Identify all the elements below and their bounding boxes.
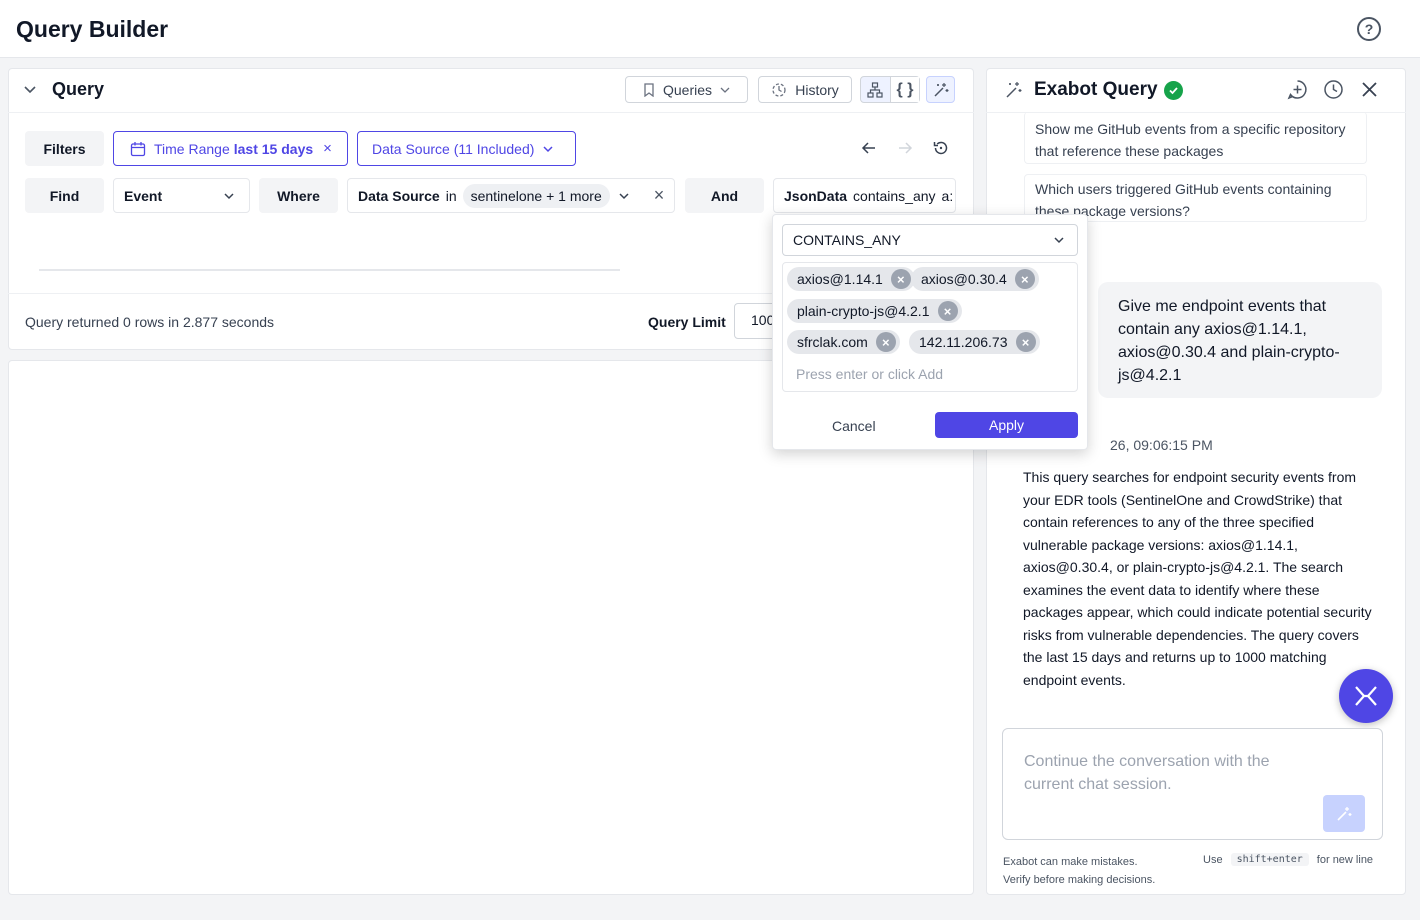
value-tag: 142.11.206.73 × — [909, 330, 1040, 354]
disclaimer-line-2: Verify before making decisions. — [1003, 874, 1156, 886]
data-source-dropdown[interactable]: Data Source (11 Included) — [357, 131, 576, 166]
hint-key: shift+enter — [1230, 853, 1309, 866]
exabot-fab-button[interactable] — [1339, 669, 1393, 723]
bot-message: This query searches for endpoint securit… — [1023, 469, 1372, 688]
condition2-operator: contains_any — [853, 187, 936, 204]
builder-view-button[interactable] — [861, 77, 890, 102]
undo-arrow-icon[interactable] — [861, 140, 877, 161]
query-status-text: Query returned 0 rows in 2.877 seconds — [25, 314, 275, 330]
condition-value-chip[interactable]: sentinelone + 1 more — [462, 183, 610, 208]
top-bar — [0, 0, 1420, 58]
history-button[interactable]: History — [758, 76, 852, 103]
remove-tag-icon[interactable]: × — [890, 269, 911, 289]
value-tag-label: sfrclak.com — [797, 334, 868, 350]
operator-select[interactable]: CONTAINS_ANY — [782, 224, 1078, 256]
bookmark-icon — [644, 82, 654, 97]
chevron-down-icon — [224, 192, 234, 199]
close-icon[interactable] — [1361, 81, 1378, 103]
calendar-icon — [130, 141, 146, 156]
time-range-value: last 15 days — [233, 140, 314, 157]
suggestion-item[interactable]: Show me GitHub events from a specific re… — [1024, 112, 1367, 164]
collapse-arrows-icon — [1355, 686, 1377, 706]
time-range-prefix: Time Range — [154, 140, 230, 157]
value-tag: axios@0.30.4 × — [911, 267, 1039, 291]
history-label: History — [795, 81, 839, 98]
tag-input-placeholder: Press enter or click Add — [796, 366, 944, 382]
shortcut-hint: Use shift+enter for new line — [1203, 853, 1373, 866]
disclaimer-text: Exabot can make mistakes. Verify before … — [1003, 853, 1155, 889]
reset-icon[interactable] — [932, 139, 950, 162]
and-label: And — [685, 178, 764, 213]
entity-value: Event — [124, 187, 163, 204]
collapse-chevron-icon[interactable] — [23, 82, 37, 99]
condition2-value: a: — [941, 187, 954, 204]
disclaimer-line-1: Exabot can make mistakes. — [1003, 856, 1138, 868]
value-tag: sfrclak.com × — [787, 330, 900, 354]
operator-value: CONTAINS_ANY — [793, 232, 901, 248]
status-check-icon — [1164, 81, 1183, 100]
value-tag-label: axios@0.30.4 — [921, 271, 1007, 287]
queries-label: Queries — [662, 81, 713, 98]
value-tag-label: 142.11.206.73 — [919, 334, 1008, 350]
send-button[interactable] — [1323, 795, 1365, 832]
history-icon — [772, 82, 786, 97]
value-tag-label: plain-crypto-js@4.2.1 — [797, 303, 930, 319]
help-icon[interactable]: ? — [1357, 17, 1381, 41]
new-chat-icon[interactable] — [1287, 79, 1308, 105]
chevron-down-icon — [1054, 237, 1064, 244]
value-tag: plain-crypto-js@4.2.1 × — [787, 299, 962, 323]
condition-operator: in — [445, 187, 457, 204]
chevron-down-icon — [619, 192, 629, 199]
clock-icon[interactable] — [1323, 79, 1344, 105]
value-tag: axios@1.14.1 × — [787, 267, 915, 291]
remove-tag-icon[interactable]: × — [1015, 332, 1036, 352]
remove-tag-icon[interactable]: × — [875, 332, 896, 352]
apply-button[interactable]: Apply — [935, 412, 1078, 438]
condition-data-source[interactable]: Data Source in sentinelone + 1 more × — [347, 178, 675, 213]
queries-button[interactable]: Queries — [625, 76, 748, 103]
user-message-bubble: Give me endpoint events that contain any… — [1098, 282, 1382, 398]
data-source-label: Data Source (11 Included) — [372, 140, 535, 157]
remove-tag-icon[interactable]: × — [1014, 269, 1035, 289]
query-section-title: Query — [52, 79, 105, 99]
find-label: Find — [25, 178, 104, 213]
cancel-button[interactable]: Cancel — [832, 418, 876, 434]
hierarchy-icon — [867, 81, 884, 98]
redo-arrow-icon[interactable] — [897, 140, 913, 161]
condition-field: Data Source — [358, 187, 440, 204]
remove-tag-icon[interactable]: × — [937, 301, 958, 321]
time-range-chip[interactable]: Time Range last 15 days × — [113, 131, 348, 166]
query-limit-label: Query Limit — [648, 314, 726, 330]
exabot-toggle-button[interactable] — [926, 76, 955, 103]
message-timestamp: 26, 09:06:15 PM — [1110, 437, 1213, 453]
exabot-title: Exabot Query — [1034, 79, 1158, 100]
condition-jsondata[interactable]: JsonData contains_any a: — [773, 178, 956, 213]
filters-button[interactable]: Filters — [25, 131, 104, 166]
chevron-down-icon — [543, 145, 553, 152]
value-tag-label: axios@1.14.1 — [797, 271, 883, 287]
query-editor-line — [39, 269, 620, 271]
braces-icon: { } — [896, 80, 914, 98]
chat-input-placeholder: Continue the conversation with the curre… — [1024, 753, 1270, 793]
remove-condition-icon[interactable]: × — [654, 185, 665, 206]
view-mode-toggle: { } — [860, 76, 920, 103]
condition2-field: JsonData — [784, 187, 848, 204]
app-title: Query Builder — [16, 16, 169, 42]
entity-select[interactable]: Event — [113, 178, 250, 213]
hint-suffix: for new line — [1316, 853, 1374, 866]
magic-wand-icon — [933, 82, 948, 97]
code-view-button[interactable]: { } — [889, 77, 919, 102]
chevron-down-icon — [720, 87, 730, 93]
hint-use: Use — [1203, 853, 1223, 866]
magic-wand-icon — [1337, 806, 1352, 821]
where-label: Where — [259, 178, 338, 213]
magic-wand-icon — [1004, 80, 1024, 105]
clear-time-range-icon[interactable]: × — [323, 140, 332, 157]
query-header-divider — [8, 112, 974, 113]
